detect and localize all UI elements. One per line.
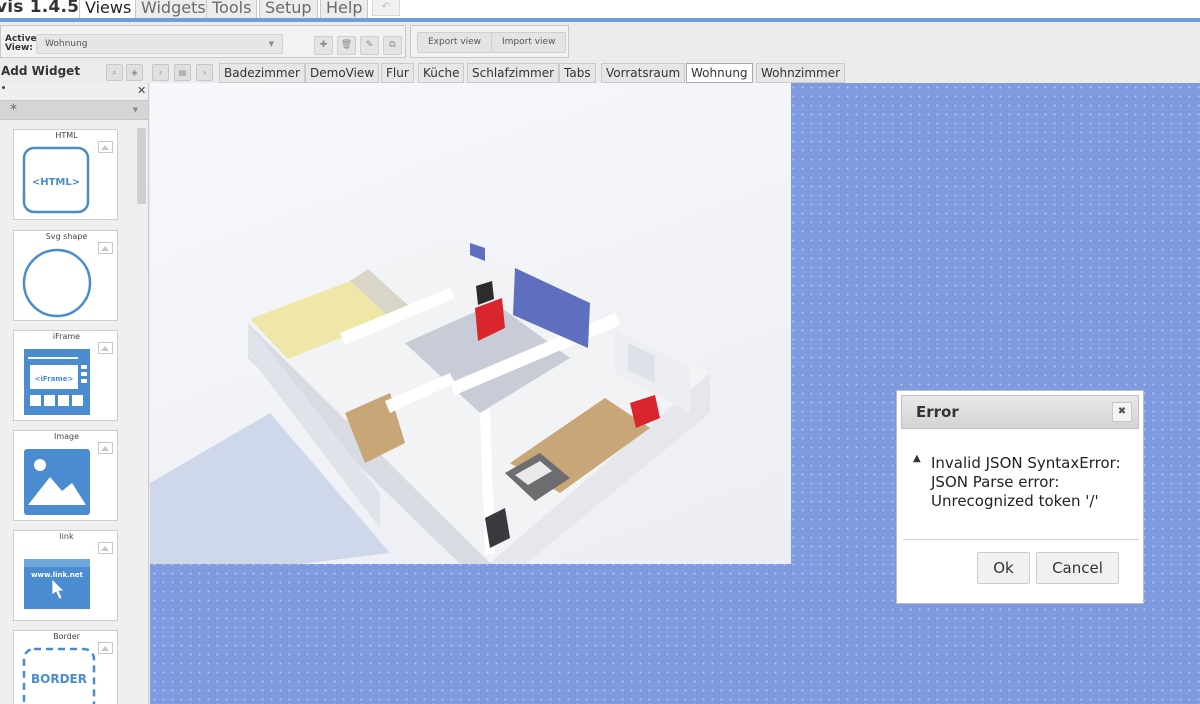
import-export-group: Export view Import view <box>410 25 569 58</box>
tag-filter-button[interactable]: ◈ <box>126 64 143 81</box>
view-tab-schlafzimmer[interactable]: Schlafzimmer <box>467 63 560 83</box>
image-placeholder-icon <box>98 442 113 454</box>
widget-item-html[interactable]: HTML <HTML> <box>13 129 118 220</box>
image-placeholder-icon <box>98 642 113 654</box>
widget-label: Border <box>53 632 80 641</box>
widget-item-iframe[interactable]: iFrame <iFrame> <box>13 330 118 421</box>
view-tab-vorratsraum[interactable]: Vorratsraum <box>601 63 686 83</box>
undo-icon: ↶ <box>381 0 391 13</box>
view-tab-badezimmer[interactable]: Badezimmer <box>219 63 305 83</box>
scroll-left-button[interactable]: ‹ <box>152 64 169 81</box>
widget-sidebar: ✕ * ▼ HTML <HTML> Svg shape iFrame <iFra… <box>0 83 149 704</box>
view-tab-flur[interactable]: Flur <box>381 63 414 83</box>
floorplan-image[interactable] <box>150 83 791 593</box>
floorplan-render <box>150 238 710 593</box>
menu-widgets[interactable]: Widgets <box>135 0 212 18</box>
rename-view-button[interactable]: ✎ <box>360 36 379 55</box>
views-row: Add Widget ⌕ ◈ ‹ ▤ › Badezimmer DemoView… <box>0 61 1200 83</box>
trash-icon: 🗑 <box>340 40 353 50</box>
export-view-button[interactable]: Export view <box>417 32 493 53</box>
cancel-button[interactable]: Cancel <box>1036 552 1119 584</box>
image-placeholder-icon <box>98 141 113 153</box>
widget-filter-value: * <box>10 102 17 118</box>
dialog-header[interactable]: Error ✖ <box>901 395 1139 429</box>
list-icon: ▤ <box>178 68 187 77</box>
undo-button[interactable]: ↶ <box>372 0 400 16</box>
copy-icon: ⧉ <box>389 40 396 50</box>
widget-item-link[interactable]: link www.link.net <box>13 530 118 621</box>
menu-tools[interactable]: Tools <box>206 0 258 18</box>
warning-icon: ▲ <box>913 453 921 464</box>
widget-item-svg-shape[interactable]: Svg shape <box>13 230 118 321</box>
view-tab-demoview[interactable]: DemoView <box>305 63 380 83</box>
menu-bar: vis 1.4.5 Views Widgets Tools Setup Help… <box>0 0 1200 22</box>
image-placeholder-icon <box>98 242 113 254</box>
tag-icon: ◈ <box>131 68 138 77</box>
html-preview-text: <HTML> <box>32 177 80 188</box>
error-dialog: Error ✖ ▲ Invalid JSON SyntaxError: JSON… <box>896 390 1144 604</box>
plus-icon: ✚ <box>319 40 328 50</box>
menu-setup[interactable]: Setup <box>259 0 318 18</box>
chevron-down-icon: ▼ <box>132 106 138 114</box>
search-widget-button[interactable]: ⌕ <box>106 64 123 81</box>
active-view-value: Wohnung <box>45 39 88 49</box>
view-tab-wohnung[interactable]: Wohnung <box>686 63 753 83</box>
widget-label: link <box>59 532 74 541</box>
image-placeholder-icon <box>98 542 113 554</box>
sidebar-scrollbar[interactable] <box>137 128 146 204</box>
view-tab-wohnzimmer[interactable]: Wohnzimmer <box>756 63 846 83</box>
view-control-group: Active View: Wohnung ▼ ✚ 🗑 ✎ ⧉ <box>0 25 406 58</box>
add-view-button[interactable]: ✚ <box>314 36 333 55</box>
copy-view-button[interactable]: ⧉ <box>383 36 402 55</box>
link-preview-text: www.link.net <box>31 571 83 579</box>
circle-shape-icon <box>22 248 92 318</box>
scroll-right-button[interactable]: › <box>196 64 213 81</box>
dialog-separator <box>903 539 1139 540</box>
ok-button[interactable]: Ok <box>977 552 1030 584</box>
view-tab-kueche[interactable]: Küche <box>418 63 465 83</box>
close-icon[interactable]: ✕ <box>137 84 146 97</box>
active-view-label: Active View: <box>5 34 37 53</box>
add-widget-title: Add Widget <box>1 64 81 78</box>
html-widget-icon: <HTML> <box>22 146 90 214</box>
border-preview-text: BORDER <box>31 672 87 686</box>
widget-filter-select[interactable]: * ▼ <box>0 100 148 120</box>
toolbar: Active View: Wohnung ▼ ✚ 🗑 ✎ ⧉ Export vi… <box>0 22 1200 60</box>
widget-item-image[interactable]: Image <box>13 430 118 521</box>
widget-label: HTML <box>55 131 78 140</box>
widget-label: Svg shape <box>45 232 88 241</box>
menu-help[interactable]: Help <box>320 0 369 18</box>
chevron-left-icon: ‹ <box>158 68 163 77</box>
import-view-button[interactable]: Import view <box>491 32 567 53</box>
app-title: vis 1.4.5 <box>0 0 80 17</box>
iframe-preview-text: <iFrame> <box>35 375 74 383</box>
widget-item-border[interactable]: Border BORDER <box>13 630 118 704</box>
image-placeholder-icon <box>98 342 113 354</box>
search-icon: ⌕ <box>112 68 117 77</box>
active-view-select[interactable]: Wohnung ▼ <box>36 34 283 54</box>
dialog-title: Error <box>916 403 959 421</box>
menu-views[interactable]: Views <box>79 0 138 18</box>
dialog-message: Invalid JSON SyntaxError: JSON Parse err… <box>931 454 1121 510</box>
border-widget-icon: BORDER <box>22 647 96 704</box>
dialog-close-button[interactable]: ✖ <box>1112 402 1132 422</box>
link-widget-icon: www.link.net <box>24 559 90 609</box>
drag-handle <box>2 86 5 89</box>
view-tab-tabs[interactable]: Tabs <box>559 63 596 83</box>
close-icon: ✖ <box>1117 406 1127 417</box>
delete-view-button[interactable]: 🗑 <box>337 36 356 55</box>
chevron-down-icon: ▼ <box>268 40 274 48</box>
pencil-icon: ✎ <box>365 40 374 50</box>
chevron-right-icon: › <box>202 68 207 77</box>
image-widget-icon <box>24 449 90 515</box>
iframe-widget-icon: <iFrame> <box>24 349 90 415</box>
view-canvas[interactable]: Error ✖ ▲ Invalid JSON SyntaxError: JSON… <box>150 83 1200 704</box>
views-list-button[interactable]: ▤ <box>174 64 191 81</box>
widget-label: iFrame <box>52 332 81 341</box>
widget-label: Image <box>53 432 80 441</box>
